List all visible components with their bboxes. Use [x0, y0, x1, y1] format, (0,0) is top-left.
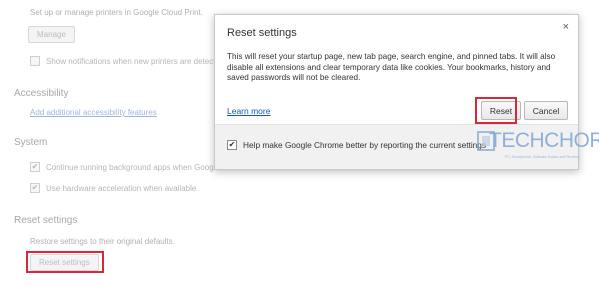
reset-settings-highlight — [26, 251, 104, 273]
report-settings-checkbox[interactable]: ✔ — [227, 140, 237, 150]
reset-settings-dialog: Reset settings × This will reset your st… — [214, 14, 599, 170]
reset-description: Restore settings to their original defau… — [30, 237, 175, 246]
hw-accel-checkbox[interactable]: ✔ — [30, 183, 40, 193]
cancel-button[interactable]: Cancel — [524, 101, 568, 120]
watermark-text: TECHCHORE — [489, 129, 599, 152]
reset-button-highlight — [475, 97, 517, 124]
report-settings-row[interactable]: ✔ Help make Google Chrome better by repo… — [227, 140, 486, 150]
watermark-tagline: PC, Smartphone, Software Guides and Revi… — [505, 155, 580, 159]
manage-button[interactable]: Manage — [28, 26, 75, 43]
learn-more-link[interactable]: Learn more — [227, 106, 270, 116]
dialog-message: This will reset your startup page, new t… — [227, 52, 556, 82]
dialog-footer: ✔ Help make Google Chrome better by repo… — [215, 124, 599, 169]
system-heading: System — [14, 137, 48, 148]
reset-heading: Reset settings — [14, 215, 78, 226]
close-icon[interactable]: × — [563, 21, 569, 33]
hw-accel-label: Use hardware acceleration when available — [46, 183, 197, 193]
cloud-print-text: Set up or manage printers in Google Clou… — [30, 8, 203, 17]
techchore-watermark: TECHCHORE PC, Smartphone, Software Guide… — [477, 129, 599, 165]
report-settings-label: Help make Google Chrome better by report… — [243, 140, 487, 150]
dialog-title: Reset settings — [227, 27, 297, 39]
notifications-checkbox[interactable] — [30, 56, 40, 66]
hw-accel-row[interactable]: ✔ Use hardware acceleration when availab… — [30, 183, 196, 193]
background-apps-checkbox[interactable]: ✔ — [30, 162, 40, 172]
accessibility-link[interactable]: Add additional accessibility features — [30, 108, 157, 117]
accessibility-heading: Accessibility — [14, 88, 69, 99]
